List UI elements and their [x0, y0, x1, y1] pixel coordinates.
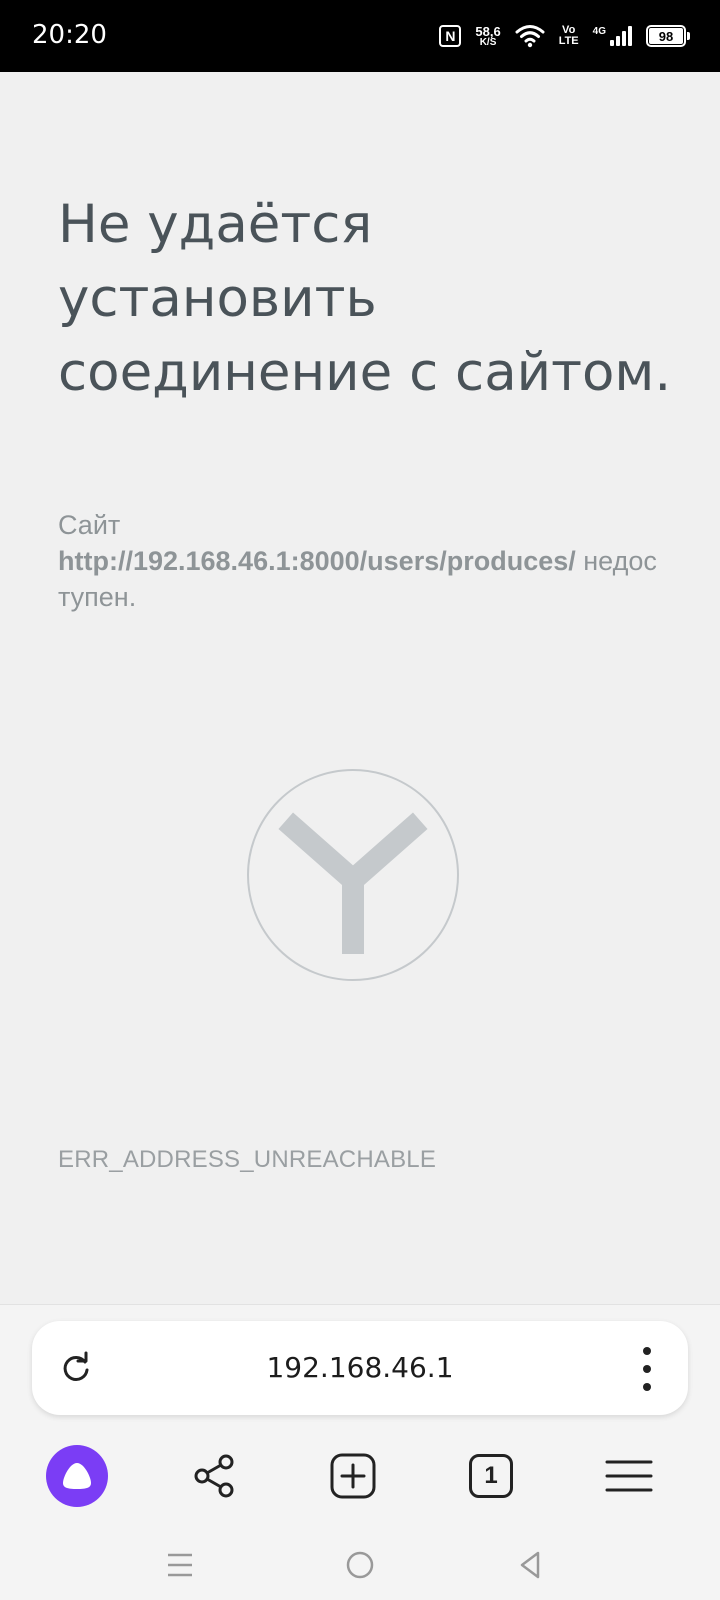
share-button[interactable]: [180, 1441, 250, 1511]
battery-level: 98: [649, 28, 683, 44]
back-button[interactable]: [510, 1545, 550, 1585]
volte-indicator: Vo LTE: [559, 25, 579, 47]
error-desc-prefix: Сайт: [58, 510, 121, 540]
home-icon: [346, 1551, 374, 1579]
wifi-icon: [515, 25, 545, 48]
share-icon: [194, 1454, 234, 1498]
yandex-browser-logo-icon: [247, 769, 459, 981]
menu-button[interactable]: [594, 1441, 664, 1511]
network-speed-unit: K/S: [479, 36, 497, 48]
nfc-icon: N: [439, 25, 462, 47]
tabs-count: 1: [469, 1454, 513, 1498]
alice-button[interactable]: [42, 1441, 112, 1511]
error-code: ERR_ADDRESS_UNREACHABLE: [58, 1146, 437, 1173]
recents-icon: [168, 1553, 192, 1577]
network-type: 4G: [592, 26, 606, 37]
status-time: 20:20: [32, 20, 107, 50]
kebab-menu-icon[interactable]: [640, 1347, 654, 1391]
network-speed: 58,6 K/S: [475, 25, 500, 48]
status-icons: N 58,6 K/S Vo LTE 4G 98: [439, 18, 690, 54]
tabs-button[interactable]: 1: [456, 1441, 526, 1511]
error-title: Не удаётся установить соединение с сайто…: [58, 194, 672, 403]
signal-icon: 4G: [593, 26, 632, 46]
address-bar[interactable]: 192.168.46.1: [32, 1321, 688, 1415]
error-url: http://192.168.46.1:8000/users/produces/: [58, 546, 576, 576]
new-tab-button[interactable]: [318, 1441, 388, 1511]
home-button[interactable]: [340, 1545, 380, 1585]
error-description: Сайт http://192.168.46.1:8000/users/prod…: [58, 507, 668, 615]
alice-assistant-icon: [46, 1445, 108, 1507]
recents-button[interactable]: [160, 1545, 200, 1585]
back-icon: [520, 1551, 540, 1579]
volte-bottom: LTE: [558, 35, 579, 47]
reload-icon[interactable]: [58, 1350, 94, 1386]
system-navigation-bar: [0, 1537, 720, 1593]
status-bar: 20:20 N 58,6 K/S Vo LTE 4G 98: [0, 0, 720, 72]
plus-box-icon: [330, 1453, 376, 1499]
browser-toolbar: 1: [0, 1441, 720, 1511]
battery-icon: 98: [646, 25, 690, 47]
hamburger-menu-icon: [605, 1460, 653, 1492]
browser-bottom-panel: 192.168.46.1 1: [0, 1304, 720, 1600]
network-speed-value: 58,6: [475, 23, 501, 39]
address-text[interactable]: 192.168.46.1: [132, 1351, 588, 1384]
